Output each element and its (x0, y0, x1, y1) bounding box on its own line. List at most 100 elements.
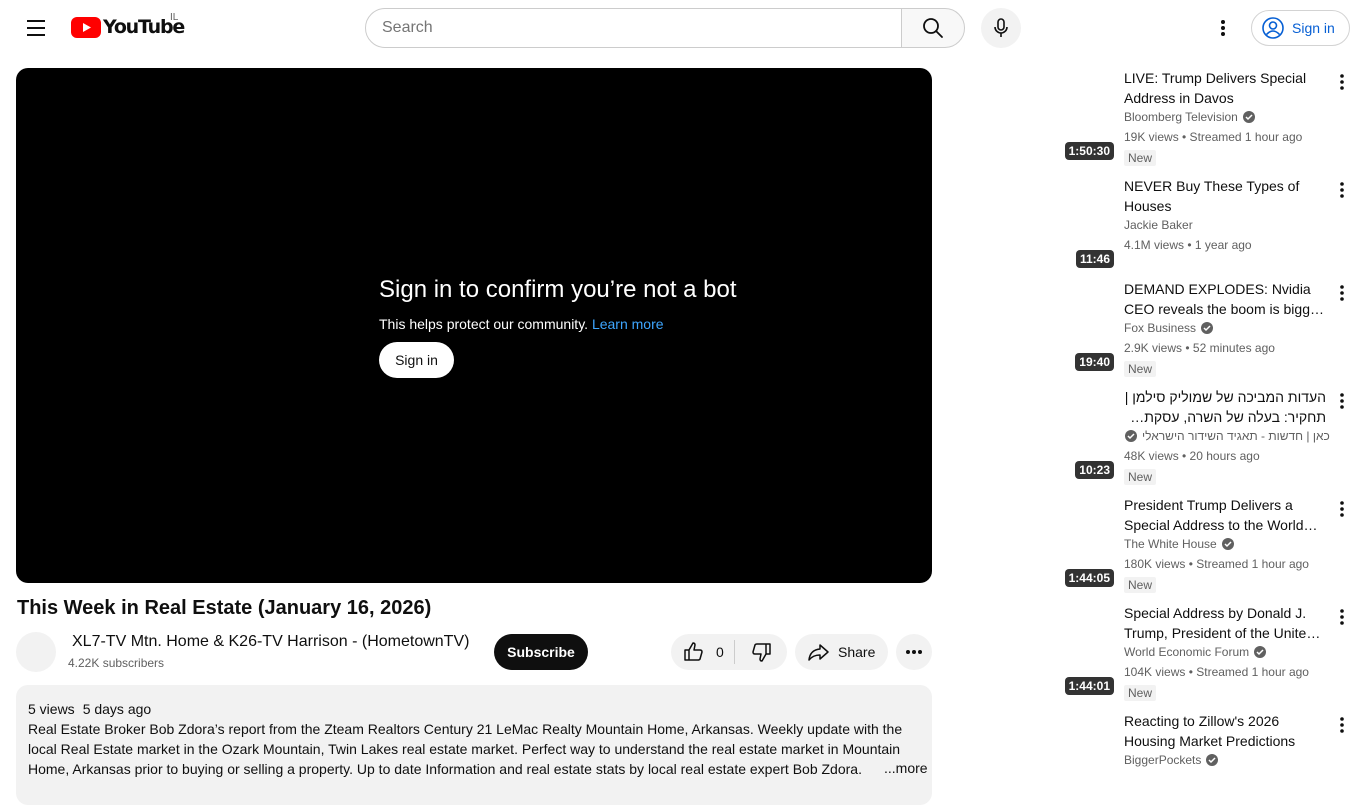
recommendation-meta: 48K views • 20 hours ago (1124, 449, 1260, 463)
recommendation-title[interactable]: LIVE: Trump Delivers Special Address in … (1124, 68, 1326, 108)
recommendation-title[interactable]: Reacting to Zillow's 2026 Housing Market… (1124, 711, 1326, 751)
search-input[interactable] (365, 8, 902, 48)
new-badge: New (1124, 469, 1157, 485)
guide-menu-button[interactable] (20, 12, 52, 44)
recommendation-menu-button[interactable] (1332, 281, 1352, 305)
like-dislike-group: 0 (671, 634, 787, 670)
recommendation-menu-button[interactable] (1332, 497, 1352, 521)
share-button[interactable]: Share (795, 634, 888, 670)
account-icon (1262, 17, 1284, 39)
view-count: 5 views (28, 701, 75, 717)
recommendation-thumbnail[interactable]: 10:23 (1060, 385, 1114, 479)
thumbs-down-icon (752, 643, 771, 662)
channel-avatar[interactable] (16, 632, 56, 672)
like-button[interactable]: 0 (671, 634, 734, 670)
vertical-dots-icon (1340, 182, 1344, 198)
settings-more-button[interactable] (1207, 12, 1239, 44)
recommendation-thumbnail[interactable]: 19:40 (1060, 277, 1114, 371)
recommendation-channel[interactable]: Jackie Baker (1124, 218, 1193, 232)
new-badge: New (1124, 361, 1157, 377)
recommendation-item[interactable]: 19:40 DEMAND EXPLODES: Nvidia CEO reveal… (1060, 277, 1360, 377)
recommendation-title[interactable]: DEMAND EXPLODES: Nvidia CEO reveals the … (1124, 279, 1326, 319)
recommendation-menu-button[interactable] (1332, 70, 1352, 94)
youtube-logo[interactable]: YouTube (71, 16, 185, 38)
recommendation-thumbnail[interactable]: 11:46 (1060, 174, 1114, 268)
recommendation-item[interactable]: 10:23 העדות המביכה של שמוליק סילמן | תחק… (1060, 385, 1360, 485)
recommendation-thumbnail[interactable]: 1:44:01 (1060, 601, 1114, 695)
search-button[interactable] (901, 8, 965, 48)
vertical-dots-icon (1340, 285, 1344, 301)
duration-badge: 10:23 (1075, 461, 1114, 479)
recommendation-item[interactable]: Reacting to Zillow's 2026 Housing Market… (1060, 709, 1360, 809)
recommendation-channel[interactable]: כאן | חדשות - תאגיד השידור הישראלי (1124, 429, 1330, 443)
recommendation-item[interactable]: 11:46 NEVER Buy These Types of Houses Ja… (1060, 174, 1360, 274)
subscriber-count: 4.22K subscribers (68, 656, 165, 670)
menu-icon (27, 20, 45, 22)
thumbs-up-icon (684, 642, 703, 661)
duration-badge: 1:44:01 (1064, 677, 1114, 695)
recommendation-meta: 180K views • Streamed 1 hour ago (1124, 557, 1309, 571)
voice-search-button[interactable] (981, 8, 1021, 48)
duration-badge: 1:44:05 (1064, 569, 1114, 587)
duration-badge: 1:50:30 (1064, 142, 1114, 160)
recommendation-meta: 19K views • Streamed 1 hour ago (1124, 130, 1303, 144)
bot-check-title: Sign in to confirm you’re not a bot (379, 276, 737, 303)
recommendation-menu-button[interactable] (1332, 389, 1352, 413)
video-player[interactable]: Sign in to confirm you’re not a bot This… (16, 68, 932, 583)
description-meta: 5 views 5 days ago (28, 699, 920, 719)
vertical-dots-icon (1221, 20, 1225, 36)
subscribe-button[interactable]: Subscribe (494, 634, 588, 670)
vertical-dots-icon (1340, 74, 1344, 90)
recommendation-meta: 2.9K views • 52 minutes ago (1124, 341, 1275, 355)
duration-badge: 19:40 (1075, 353, 1114, 371)
verified-check-icon (1201, 322, 1214, 334)
new-badge: New (1124, 685, 1157, 701)
recommendation-menu-button[interactable] (1332, 713, 1352, 737)
description-more-link[interactable]: ...more (882, 758, 928, 778)
like-count: 0 (716, 644, 724, 660)
recommendation-channel[interactable]: World Economic Forum (1124, 645, 1267, 659)
vertical-dots-icon (1340, 609, 1344, 625)
recommendation-title[interactable]: NEVER Buy These Types of Houses (1124, 176, 1326, 216)
verified-check-icon (1221, 538, 1234, 550)
header-signin-label: Sign in (1292, 20, 1335, 36)
country-code: IL (170, 12, 179, 23)
upload-date: 5 days ago (82, 701, 152, 717)
player-signin-button[interactable]: Sign in (379, 342, 454, 378)
verified-check-icon (1242, 111, 1255, 123)
masthead: YouTube IL Sign in (0, 0, 1366, 56)
youtube-play-icon (71, 16, 101, 38)
verified-check-icon (1125, 430, 1137, 442)
header-signin-button[interactable]: Sign in (1251, 10, 1350, 46)
recommendation-title[interactable]: העדות המביכה של שמוליק סילמן | תחקיר: בע… (1124, 387, 1326, 427)
recommendation-menu-button[interactable] (1332, 605, 1352, 629)
recommendation-item[interactable]: 1:44:01 Special Address by Donald J. Tru… (1060, 601, 1360, 701)
description-box[interactable]: 5 views 5 days ago Real Estate Broker Bob… (16, 685, 932, 805)
share-label: Share (838, 644, 876, 660)
recommendation-thumbnail[interactable]: 1:44:05 (1060, 493, 1114, 587)
more-actions-button[interactable] (896, 634, 932, 670)
search-icon (923, 18, 943, 38)
recommendation-channel[interactable]: BiggerPockets (1124, 753, 1219, 767)
channel-name[interactable]: XL7-TV Mtn. Home & K26-TV Harrison - (Ho… (72, 633, 469, 651)
vertical-dots-icon (1340, 717, 1344, 733)
recommendation-title[interactable]: Special Address by Donald J. Trump, Pres… (1124, 603, 1326, 643)
recommendation-menu-button[interactable] (1332, 178, 1352, 202)
recommendation-item[interactable]: 1:50:30 LIVE: Trump Delivers Special Add… (1060, 66, 1360, 166)
horizontal-dots-icon (906, 650, 922, 654)
dislike-button[interactable] (735, 634, 787, 670)
new-badge: New (1124, 150, 1157, 166)
recommendation-channel[interactable]: Bloomberg Television (1124, 110, 1256, 124)
recommendation-thumbnail[interactable]: 1:50:30 (1060, 66, 1114, 160)
bot-check-description: This helps protect our community. Learn … (379, 316, 664, 332)
share-icon (808, 644, 829, 661)
recommendation-title[interactable]: President Trump Delivers a Special Addre… (1124, 495, 1326, 535)
microphone-icon (994, 18, 1008, 37)
description-text: Real Estate Broker Bob Zdora’s report fr… (28, 721, 903, 777)
new-badge: New (1124, 577, 1157, 593)
recommendation-channel[interactable]: The White House (1124, 537, 1235, 551)
verified-check-icon (1254, 646, 1267, 658)
recommendation-channel[interactable]: Fox Business (1124, 321, 1214, 335)
learn-more-link[interactable]: Learn more (592, 316, 664, 332)
recommendation-item[interactable]: 1:44:05 President Trump Delivers a Speci… (1060, 493, 1360, 593)
